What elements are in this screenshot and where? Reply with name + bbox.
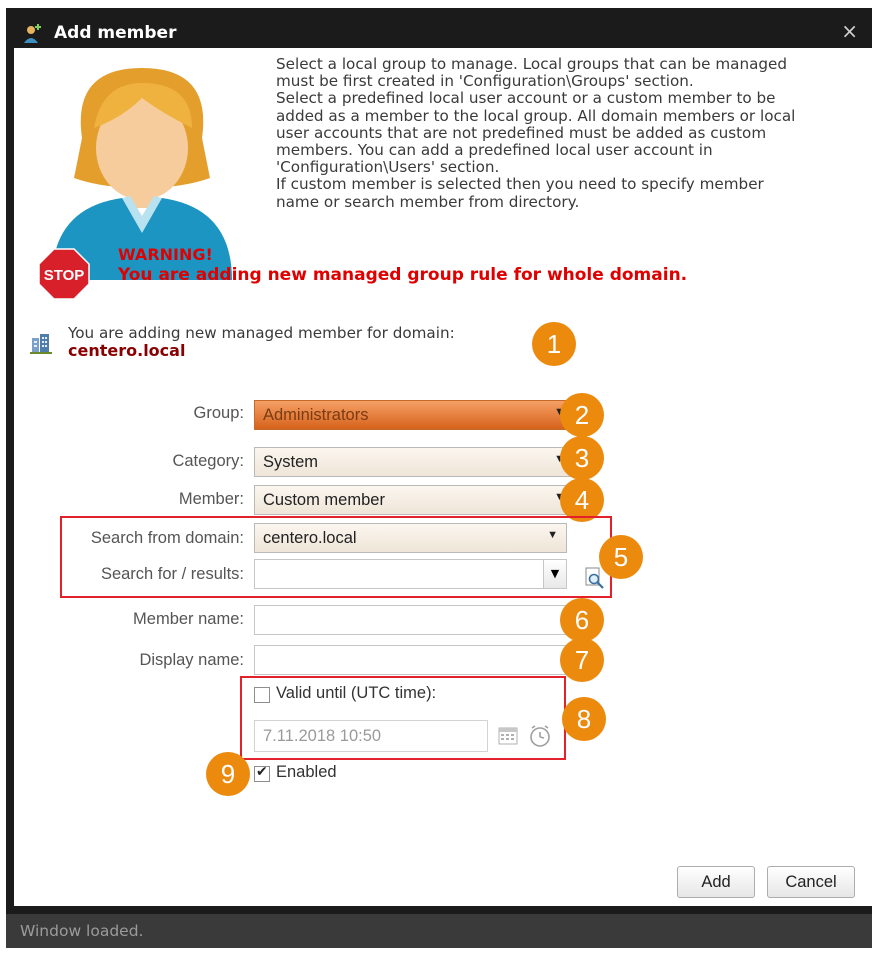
valid-until-datetime-input[interactable]: 7.11.2018 10:50 xyxy=(254,720,488,752)
display-name-label: Display name: xyxy=(139,651,244,669)
member-name-input[interactable] xyxy=(254,605,574,635)
valid-until-label: Valid until (UTC time): xyxy=(276,684,437,702)
info-line: If custom member is selected then you ne… xyxy=(276,175,764,194)
category-dropdown[interactable]: System ▼ xyxy=(254,447,574,477)
callout-badge: 1 xyxy=(532,322,576,366)
warning-message: You are adding new managed group rule fo… xyxy=(118,265,688,285)
member-value: Custom member xyxy=(263,491,385,509)
warning-title: WARNING! xyxy=(118,245,213,264)
category-value: System xyxy=(263,453,319,471)
info-line: must be first created in 'Configuration\… xyxy=(276,72,694,91)
search-icon[interactable] xyxy=(583,567,605,589)
enabled-label: Enabled xyxy=(276,763,337,781)
member-dropdown[interactable]: Custom member ▼ xyxy=(254,485,574,515)
valid-until-value: 7.11.2018 10:50 xyxy=(263,727,382,745)
callout-badge: 6 xyxy=(560,598,604,642)
clock-icon[interactable] xyxy=(528,724,552,748)
group-value: Administrators xyxy=(263,406,369,424)
search-for-combobox[interactable]: ▼ xyxy=(254,559,567,589)
valid-until-checkbox[interactable] xyxy=(254,687,270,703)
group-dropdown[interactable]: Administrators ▼ xyxy=(254,400,574,430)
info-line: members. You can add a predefined local … xyxy=(276,141,713,160)
search-domain-label: Search from domain: xyxy=(90,529,244,547)
display-name-input[interactable] xyxy=(254,645,574,675)
warning-block: WARNING! You are adding new managed grou… xyxy=(118,245,687,285)
member-name-label: Member name: xyxy=(133,610,244,628)
enabled-checkbox[interactable] xyxy=(254,764,270,782)
callout-badge: 8 xyxy=(562,697,606,741)
domain-value: centero.local xyxy=(68,341,186,360)
dropdown-arrow-icon: ▼ xyxy=(547,529,558,541)
calendar-icon[interactable] xyxy=(498,726,518,746)
info-text: Select a local group to manage. Local gr… xyxy=(276,55,872,211)
info-line: user accounts that are not predefined mu… xyxy=(276,123,767,142)
info-line: 'Configuration\Users' section. xyxy=(276,158,500,177)
close-icon[interactable]: × xyxy=(841,19,858,43)
callout-badge: 5 xyxy=(599,535,643,579)
stop-sign-text: STOP xyxy=(44,267,85,284)
search-for-label: Search for / results: xyxy=(100,565,244,583)
dialog-content: Select a local group to manage. Local gr… xyxy=(14,48,872,906)
category-label: Category: xyxy=(172,452,244,470)
info-line: added as a member to the local group. Al… xyxy=(276,106,796,125)
info-line: Select a local group to manage. Local gr… xyxy=(276,55,788,73)
search-domain-dropdown[interactable]: centero.local ▼ xyxy=(254,523,567,553)
add-button[interactable]: Add xyxy=(677,866,755,898)
callout-badge: 9 xyxy=(206,752,250,796)
window-title: Add member xyxy=(54,23,177,43)
stop-sign-icon: STOP xyxy=(38,248,90,300)
callout-badge: 2 xyxy=(560,393,604,437)
search-domain-value: centero.local xyxy=(263,529,357,547)
callout-badge: 3 xyxy=(560,436,604,480)
info-line: Select a predefined local user account o… xyxy=(276,89,776,108)
info-line: name or search member from directory. xyxy=(276,192,580,211)
status-text: Window loaded. xyxy=(20,922,144,940)
add-member-icon xyxy=(24,24,41,43)
group-label: Group: xyxy=(193,404,244,422)
domain-label: You are adding new managed member for do… xyxy=(68,324,455,342)
callout-badge: 7 xyxy=(560,638,604,682)
dropdown-arrow-icon[interactable]: ▼ xyxy=(543,560,566,588)
domain-icon xyxy=(30,334,52,354)
status-bar: Window loaded. xyxy=(6,914,872,948)
cancel-button[interactable]: Cancel xyxy=(767,866,855,898)
member-label: Member: xyxy=(178,490,244,508)
